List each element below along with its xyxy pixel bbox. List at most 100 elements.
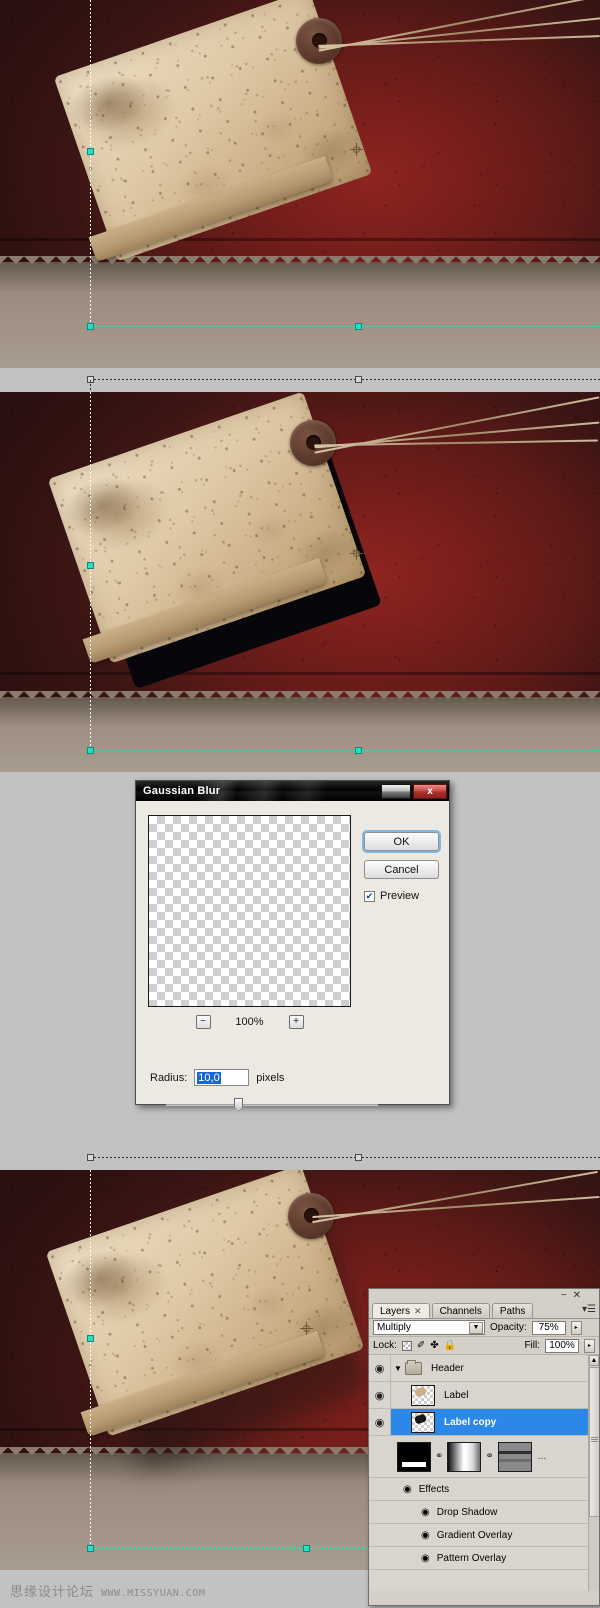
layer-row-label-copy[interactable]: ◉ Label copy [369, 1409, 599, 1436]
minimize-icon[interactable] [381, 783, 411, 799]
preview-checkbox[interactable]: ✔ [364, 890, 375, 902]
lock-fill-row: Lock: ✐ ✤ 🔒 Fill: 100% ▸ [369, 1337, 599, 1355]
visibility-eye-icon[interactable]: ◉ [421, 1530, 430, 1541]
panel-minimize-icon[interactable]: − [561, 1290, 567, 1301]
effect-label-gradient-overlay: Gradient Overlay [436, 1529, 513, 1541]
transform-handle-left[interactable] [87, 1335, 94, 1342]
layer-row-header-group[interactable]: ◉ ▼ Header [369, 1355, 599, 1382]
link-icon[interactable]: ⚭ [485, 1451, 493, 1462]
tutorial-composite-image: Gaussian Blur x − 100% + Radius: 10,0 pi… [0, 0, 600, 1608]
panel-menu-icon[interactable]: ▾☰ [582, 1305, 596, 1315]
tab-layers-label: Layers [380, 1305, 411, 1317]
zoom-out-button[interactable]: − [195, 1015, 211, 1029]
opacity-value[interactable]: 75% [531, 1320, 566, 1335]
visibility-eye-icon[interactable]: ◉ [403, 1484, 412, 1495]
pattern-style-thumbnail[interactable] [497, 1441, 532, 1472]
layers-panel[interactable]: − ✕ Layers ✕ Channels Paths ▾☰ Multiply … [368, 1288, 600, 1606]
bounds-handle-center-1[interactable] [355, 376, 362, 383]
visibility-eye-icon[interactable]: ◉ [421, 1553, 430, 1564]
blend-mode-value: Multiply [377, 1322, 411, 1333]
lock-image-icon[interactable]: ✐ [417, 1340, 425, 1351]
gradient-style-thumbnail[interactable] [447, 1441, 482, 1472]
chevron-down-icon[interactable]: ▼ [469, 1321, 483, 1334]
lock-position-icon[interactable]: ✤ [430, 1340, 438, 1351]
effect-row-pattern-overlay[interactable]: ◉ Pattern Overlay [369, 1547, 599, 1570]
zoom-level-label: 100% [235, 1016, 264, 1028]
blur-preview[interactable] [148, 815, 351, 1007]
effect-row-drop-shadow[interactable]: ◉ Drop Shadow [369, 1501, 599, 1524]
transform-handle-bottom-left[interactable] [87, 747, 94, 754]
vertical-guide [90, 0, 91, 330]
transform-handle-bottom-left[interactable] [87, 323, 94, 330]
slider-track [166, 1104, 378, 1106]
radius-value: 10,0 [197, 1071, 221, 1084]
layer-thumbnail[interactable] [411, 1384, 435, 1406]
bounds-handle-left-2[interactable] [87, 1154, 94, 1161]
panel-separator-1 [0, 368, 600, 392]
more-styles-icon[interactable]: ... [538, 1451, 546, 1462]
effect-row-gradient-overlay[interactable]: ◉ Gradient Overlay [369, 1524, 599, 1547]
selection-bottom-edge [90, 750, 600, 751]
tab-channels[interactable]: Channels [431, 1303, 490, 1318]
panel-tabs: Layers ✕ Channels Paths [369, 1302, 599, 1319]
transform-center-anchor[interactable] [300, 1322, 313, 1335]
layer-name-header: Header [431, 1362, 464, 1374]
effects-label: Effects [418, 1483, 450, 1495]
zoom-in-button[interactable]: + [288, 1015, 304, 1029]
canvas-bounds-guide-1 [90, 379, 600, 380]
opacity-spinner-icon[interactable]: ▸ [570, 1320, 582, 1335]
shadow-style-thumbnail[interactable] [397, 1441, 431, 1472]
folder-icon [405, 1359, 422, 1375]
tab-close-icon[interactable]: ✕ [414, 1306, 422, 1317]
fill-spinner-icon[interactable]: ▸ [584, 1338, 595, 1353]
visibility-eye-icon[interactable]: ◉ [421, 1507, 430, 1518]
gaussian-blur-dialog[interactable]: Gaussian Blur x − 100% + Radius: 10,0 pi… [135, 780, 450, 1111]
radius-input[interactable]: 10,0 [194, 1069, 250, 1086]
bounds-vguide-1 [90, 380, 91, 392]
layer-list-scrollbar[interactable]: ▲ [588, 1355, 599, 1591]
tag-grommet [296, 18, 342, 64]
slider-thumb[interactable] [234, 1098, 243, 1111]
layer-row-label[interactable]: ◉ Label [369, 1382, 599, 1409]
blend-mode-select[interactable]: Multiply ▼ [373, 1320, 485, 1335]
group-expand-icon[interactable]: ▼ [391, 1364, 405, 1373]
tab-paths[interactable]: Paths [491, 1303, 534, 1318]
link-icon[interactable]: ⚭ [435, 1451, 443, 1462]
lock-all-icon[interactable]: 🔒 [444, 1340, 456, 1351]
transform-handle-bottom-left[interactable] [87, 1545, 94, 1552]
preview-label: Preview [380, 890, 420, 902]
transform-center-anchor[interactable] [350, 143, 363, 156]
effects-row[interactable]: ◉ Effects [369, 1478, 599, 1501]
transform-handle-bottom-center[interactable] [355, 747, 362, 754]
radius-slider[interactable] [166, 1098, 378, 1112]
ok-button[interactable]: OK [364, 832, 439, 851]
watermark-chinese: 思缘设计论坛 [10, 1585, 95, 1600]
canvas-bounds-guide-2 [90, 1157, 600, 1158]
layer-thumbnail[interactable] [411, 1411, 435, 1433]
dialog-title-bar[interactable]: Gaussian Blur x [136, 781, 449, 801]
panel-window-controls: − ✕ [561, 1290, 581, 1301]
visibility-eye-icon[interactable]: ◉ [369, 1409, 391, 1435]
effect-label-pattern-overlay: Pattern Overlay [436, 1552, 507, 1564]
radius-row: Radius: 10,0 pixels [150, 1069, 284, 1086]
visibility-eye-icon[interactable]: ◉ [369, 1355, 391, 1381]
fill-value[interactable]: 100% [545, 1338, 579, 1353]
cancel-button[interactable]: Cancel [364, 860, 439, 879]
transform-center-anchor[interactable] [350, 547, 363, 560]
transform-handle-left[interactable] [87, 148, 94, 155]
bounds-handle-center-2[interactable] [355, 1154, 362, 1161]
scroll-up-icon[interactable]: ▲ [589, 1355, 599, 1366]
transform-handle-left[interactable] [87, 562, 94, 569]
panel-close-icon[interactable]: ✕ [573, 1290, 581, 1301]
lock-transparency-icon[interactable] [401, 1340, 412, 1351]
close-icon[interactable]: x [413, 783, 447, 799]
blend-opacity-row: Multiply ▼ Opacity: 75% ▸ [369, 1319, 599, 1337]
visibility-eye-icon[interactable]: ◉ [369, 1382, 391, 1408]
transform-handle-bottom-center[interactable] [355, 323, 362, 330]
layer-name-label: Label [444, 1389, 469, 1401]
preview-toggle-row[interactable]: ✔ Preview [364, 890, 419, 902]
transform-handle-bottom-center[interactable] [303, 1545, 310, 1552]
scrollbar-grip [591, 1437, 598, 1443]
tab-layers[interactable]: Layers ✕ [372, 1303, 430, 1318]
tab-paths-label: Paths [499, 1305, 526, 1317]
